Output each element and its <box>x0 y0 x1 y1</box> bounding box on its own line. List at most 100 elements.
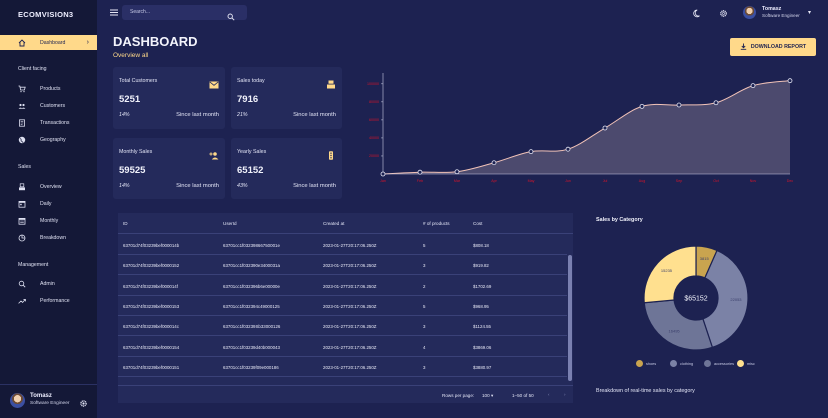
download-report-button[interactable]: DOWNLOAD REPORT <box>730 38 816 56</box>
sales-by-category-donut: 3815 22053 16495 15235 $65152 <box>643 245 749 351</box>
card-since: Since last month <box>293 183 336 189</box>
cell-created-at: 2023-01-27T20:17:06.250Z <box>323 344 377 350</box>
column-header-created-at[interactable]: Created at <box>323 221 344 226</box>
card-percent: 43% <box>237 183 248 189</box>
column-header-id[interactable]: ID <box>123 221 128 226</box>
data-point-jun[interactable] <box>565 146 571 152</box>
search-icon[interactable] <box>227 8 235 26</box>
sidebar-item-performance[interactable]: Performance <box>0 293 97 308</box>
topbar-user-role: Software Engineer <box>762 13 800 18</box>
cell-products: 3 <box>423 263 426 269</box>
legend-item-shoes[interactable]: shoes <box>636 360 656 367</box>
traffic-icon <box>326 147 336 160</box>
search-input[interactable]: Search... <box>130 9 150 15</box>
sidebar-item-label: Breakdown <box>40 234 66 241</box>
table-row[interactable]: 63701d74f03239bef0000152 63701cc1f032390e… <box>118 255 567 276</box>
x-tick-label: Oct <box>713 179 719 183</box>
y-tick-label: 20000 <box>369 154 379 158</box>
pagination-range: 1–50 of 50 <box>512 393 534 398</box>
x-tick-label: Mar <box>454 179 461 183</box>
table-row[interactable]: 63701d74f03239bef000014f 63701cc1f032396b… <box>118 276 567 296</box>
legend-label: accessories <box>714 361 735 366</box>
data-point-sep[interactable] <box>676 102 682 108</box>
settings-icon[interactable] <box>718 8 728 18</box>
legend-swatch <box>670 360 677 367</box>
legend-item-clothing[interactable]: clothing <box>670 360 693 367</box>
rows-per-page-select[interactable]: 100 ▾ <box>482 393 493 399</box>
sidebar-item-overview[interactable]: Overview <box>0 179 97 194</box>
cell-created-at: 2023-01-27T20:17:06.250Z <box>323 283 377 289</box>
sidebar-item-products[interactable]: Products <box>0 81 97 96</box>
data-point-aug[interactable] <box>639 103 645 109</box>
chevron-down-icon[interactable]: ▾ <box>808 9 811 16</box>
brand-title: ECOMVISION3 <box>18 10 74 19</box>
data-point-oct[interactable] <box>713 100 719 106</box>
table-row[interactable]: 63701d74f03239bef0000151 63701cc1f03239f0… <box>118 357 567 377</box>
cell-id: 63701d74f03239bef000014f <box>123 283 178 289</box>
card-since: Since last month <box>176 112 219 118</box>
legend-item-misc[interactable]: misc <box>737 360 755 367</box>
previous-page-icon[interactable]: ‹ <box>548 392 550 397</box>
trending-up-icon <box>18 297 26 305</box>
sidebar-item-monthly[interactable]: Monthly <box>0 213 97 228</box>
avatar[interactable] <box>10 393 25 408</box>
legend-label: shoes <box>646 361 657 366</box>
download-icon <box>740 43 747 52</box>
slice-accessories[interactable] <box>643 299 714 351</box>
grid-scrollbar[interactable] <box>568 255 572 381</box>
slice-label-clothing: 22053 <box>730 297 742 302</box>
settings-icon[interactable] <box>79 395 88 407</box>
search-bar[interactable]: Search... <box>122 5 247 21</box>
table-row[interactable]: 63701d74f03239bef0000153 63701cc1f032394c… <box>118 296 567 316</box>
next-page-icon[interactable]: › <box>564 392 566 397</box>
card-value: 59525 <box>119 165 146 176</box>
stat-card-sales-today: Sales today 7916 21% Since last month <box>231 67 342 129</box>
table-row[interactable]: 63701d74f03239bef0000154 63701cc1f03239d4… <box>118 337 567 357</box>
sidebar: ECOMVISION3 Dashboard › Client facing Pr… <box>0 0 97 418</box>
sidebar-item-geography[interactable]: Geography <box>0 132 97 147</box>
data-point-apr[interactable] <box>491 160 497 166</box>
data-point-may[interactable] <box>528 149 534 155</box>
calendar-month-icon <box>18 217 26 225</box>
cell-id: 63701d74f03239bef000014b <box>123 243 180 248</box>
users-icon <box>18 102 26 110</box>
table-row[interactable]: 63701d74f03239bef000014b 63701cc1f0323986… <box>118 235 567 255</box>
data-point-nov[interactable] <box>750 83 756 89</box>
column-header-products[interactable]: # of products <box>423 221 450 226</box>
legend-label: misc <box>747 361 755 366</box>
page-title: DASHBOARD <box>113 34 198 49</box>
sidebar-item-daily[interactable]: Daily <box>0 196 97 211</box>
table-row[interactable]: 63701d74f03239bef000014c 63701cc1f03239Sb… <box>118 316 567 337</box>
sidebar-item-dashboard[interactable]: Dashboard › <box>0 35 97 50</box>
data-point-feb[interactable] <box>417 169 423 175</box>
cell-cost: $808.18 <box>473 243 489 248</box>
column-header-cost[interactable]: Cost <box>473 221 482 226</box>
sidebar-item-label: Geography <box>40 136 66 143</box>
sidebar-item-admin[interactable]: Admin <box>0 276 97 291</box>
sidebar-item-label: Performance <box>40 297 70 304</box>
legend-swatch <box>704 360 711 367</box>
data-point-jan[interactable] <box>380 171 386 177</box>
add-person-icon <box>209 147 219 160</box>
slice-misc[interactable] <box>643 245 697 304</box>
page-subtitle: Overview all <box>113 52 149 59</box>
data-point-jul[interactable] <box>602 125 608 131</box>
y-tick-label: 40000 <box>369 136 379 140</box>
y-tick-label: 60000 <box>369 118 379 122</box>
menu-icon[interactable] <box>109 7 119 17</box>
sidebar-item-label: Products <box>40 85 61 92</box>
sidebar-item-customers[interactable]: Customers <box>0 98 97 113</box>
data-point-dec[interactable] <box>787 78 793 84</box>
sidebar-item-transactions[interactable]: Transactions <box>0 115 97 130</box>
cell-userid: 63701cc1f032396b6e00000e <box>223 283 280 289</box>
user-name: Tomasz <box>30 393 52 399</box>
sidebar-item-breakdown[interactable]: Breakdown <box>0 230 97 245</box>
avatar[interactable] <box>743 6 756 19</box>
caret-down-icon: ▾ <box>490 393 494 398</box>
data-point-mar[interactable] <box>454 169 460 175</box>
legend-item-accessories[interactable]: accessories <box>704 360 734 367</box>
register-icon <box>326 76 336 89</box>
column-header-userid[interactable]: UserId <box>223 221 237 226</box>
user-role: Software Engineer <box>30 401 70 406</box>
dark-mode-icon[interactable] <box>692 8 702 18</box>
